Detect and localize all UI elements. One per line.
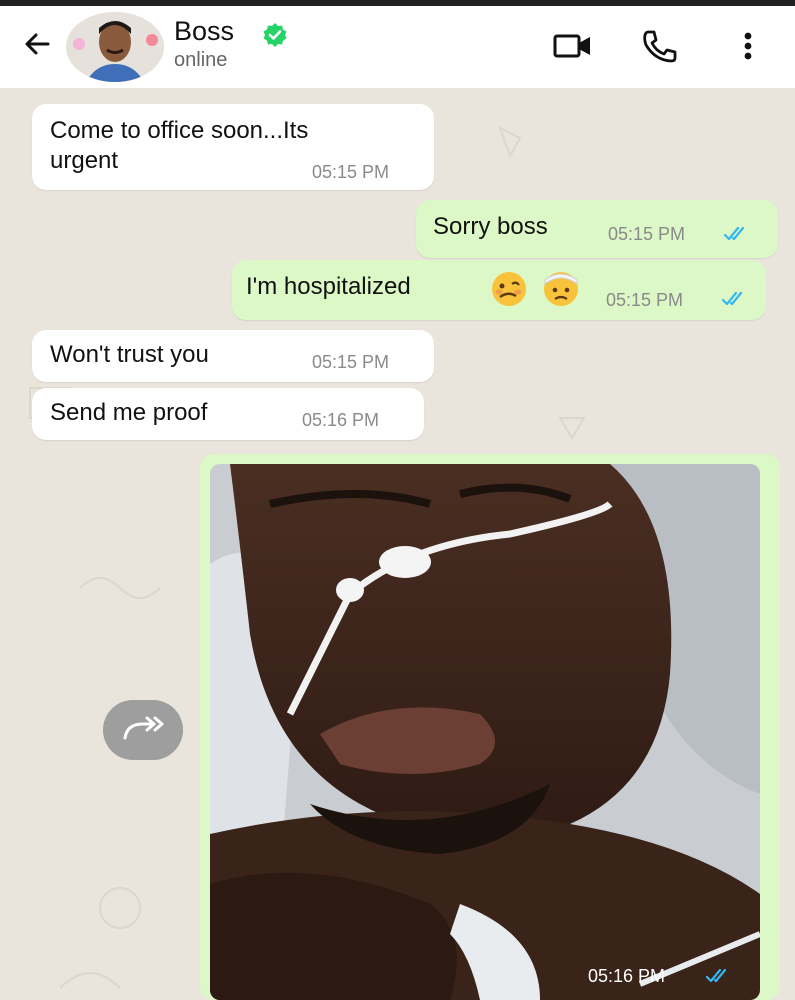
message-time: 05:15 PM (312, 352, 390, 372)
message-bubble-outgoing[interactable]: Sorry boss 05:15 PM (416, 200, 778, 258)
message-bubble-incoming[interactable]: Come to office soon...Its urgent 05:15 P… (32, 104, 434, 190)
message-text: urgent (50, 147, 119, 174)
image-message-photo[interactable] (210, 464, 760, 1000)
woozy-face-icon (490, 270, 528, 308)
chat-area[interactable]: Come to office soon...Its urgent 05:15 P… (0, 88, 795, 1000)
forward-icon (123, 716, 164, 740)
read-receipt-icon (705, 968, 732, 984)
image-message-time: 05:16 PM (588, 966, 666, 986)
more-options-icon[interactable] (730, 28, 766, 64)
contact-status: online (174, 49, 228, 71)
message-text: I'm hospitalized (246, 273, 411, 300)
chat-header: Boss online (0, 6, 795, 88)
read-receipt-icon (723, 226, 750, 242)
message-time: 05:15 PM (606, 290, 684, 310)
message-time: 05:16 PM (302, 410, 380, 430)
face-with-head-bandage-icon (542, 270, 580, 308)
phone-icon[interactable] (638, 28, 680, 64)
verified-badge-icon (262, 22, 288, 48)
message-time: 05:15 PM (608, 224, 686, 244)
contact-name[interactable]: Boss (174, 16, 234, 47)
message-bubble-incoming[interactable]: Send me proof 05:16 PM (32, 388, 424, 440)
image-message-bubble[interactable] (200, 454, 780, 1000)
message-text: Won't trust you (50, 341, 209, 368)
message-bubble-incoming[interactable]: Won't trust you 05:15 PM (32, 330, 434, 382)
message-text: Sorry boss (433, 213, 548, 240)
read-receipt-icon (721, 291, 748, 307)
message-text: Come to office soon...Its (50, 117, 309, 144)
message-bubble-outgoing[interactable]: I'm hospitalized 05:15 PM (232, 260, 766, 320)
avatar[interactable] (66, 12, 164, 82)
video-call-icon[interactable] (552, 28, 594, 64)
message-time: 05:15 PM (312, 162, 390, 182)
message-text: Send me proof (50, 399, 208, 426)
back-arrow-icon[interactable] (18, 24, 58, 64)
forward-button[interactable] (103, 700, 183, 760)
